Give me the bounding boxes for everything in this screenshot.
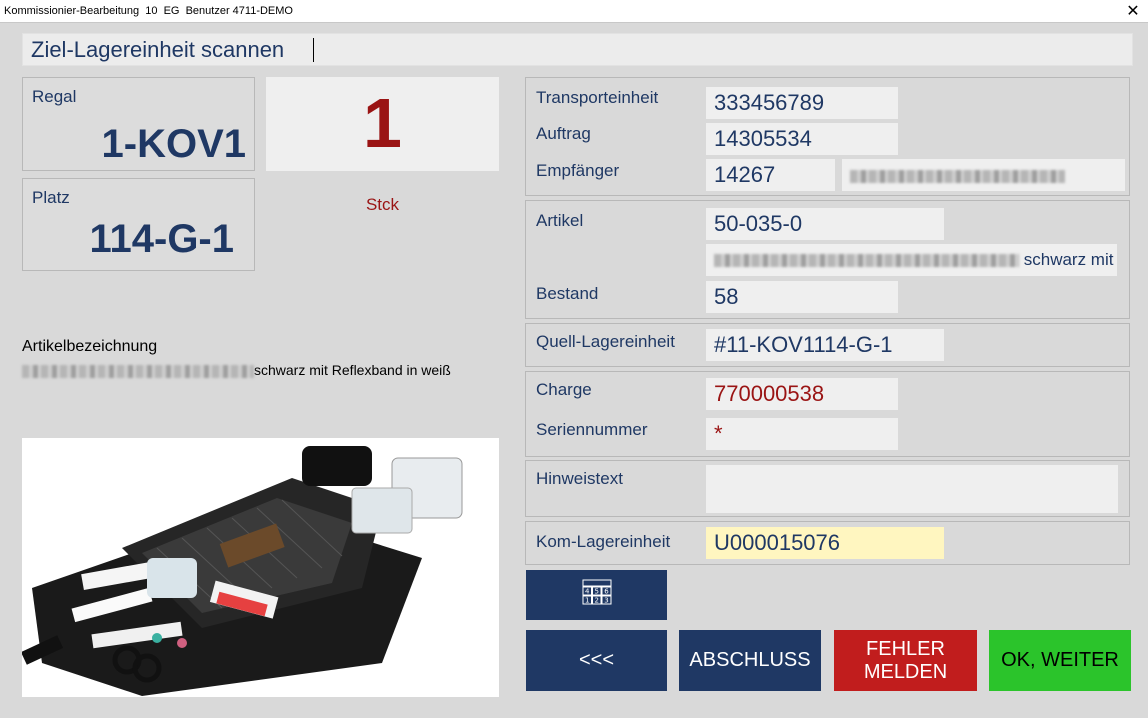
transport-value: 333456789	[706, 87, 898, 119]
platz-label: Platz	[32, 188, 70, 207]
ok-weiter-button[interactable]: OK, WEITER	[989, 630, 1131, 691]
serien-value: *	[706, 418, 898, 450]
redacted-text	[22, 364, 254, 378]
charge-label: Charge	[536, 380, 592, 399]
text-cursor	[313, 38, 314, 62]
quantity-unit: Stck	[365, 195, 400, 214]
hinweis-value	[706, 465, 1118, 513]
redacted-text	[850, 169, 1065, 183]
quell-label: Quell-Lagereinheit	[536, 332, 675, 351]
kom-value[interactable]: U000015076	[706, 527, 944, 559]
artikel-value: 50-035-0	[706, 208, 944, 240]
auftrag-value: 14305534	[706, 123, 898, 155]
artikel-label: Artikel	[536, 211, 584, 230]
platz-value: 114-G-1	[89, 217, 234, 261]
product-image	[22, 438, 499, 697]
quell-panel: Quell-Lagereinheit #11-KOV1114-G-1	[525, 323, 1130, 367]
artikel-panel: Artikel 50-035-0 schwarz mit Bestand 58	[525, 200, 1130, 319]
keypad-digit: 5	[594, 588, 598, 596]
charge-value: 770000538	[706, 378, 898, 410]
regal-box: Regal 1-KOV1	[22, 77, 255, 171]
abschluss-button[interactable]: ABSCHLUSS	[679, 630, 821, 691]
serien-label: Seriennummer	[536, 420, 648, 439]
keypad-digit: 2	[594, 597, 598, 605]
redacted-text	[714, 254, 1019, 268]
fehler-melden-button[interactable]: FEHLER MELDEN	[834, 630, 977, 691]
first-aid-kit-image	[22, 438, 499, 697]
transport-panel: Transporteinheit 333456789 Auftrag 14305…	[525, 77, 1130, 196]
hinweis-panel: Hinweistext	[525, 460, 1130, 517]
keypad-icon: 4 5 6 1 2 3	[582, 579, 611, 605]
bestand-label: Bestand	[536, 284, 599, 303]
close-icon[interactable]: ✕	[1118, 0, 1148, 23]
keypad-digit: 6	[604, 588, 609, 596]
platz-box: Platz 114-G-1	[22, 178, 255, 271]
quantity-value: 1	[363, 84, 402, 162]
back-button[interactable]: <<<	[526, 630, 667, 691]
quell-value: #11-KOV1114-G-1	[706, 329, 944, 361]
empfaenger-value: 14267	[706, 159, 835, 191]
keypad-digit: 3	[604, 597, 608, 605]
keypad-button[interactable]: 4 5 6 1 2 3	[526, 570, 667, 620]
bestand-value: 58	[706, 281, 898, 313]
charge-panel: Charge 770000538 Seriennummer *	[525, 371, 1130, 457]
article-description-heading: Artikelbezeichnung	[22, 338, 158, 355]
keypad-digit: 4	[585, 588, 590, 596]
artikel-description-field: schwarz mit	[706, 244, 1117, 276]
article-description: schwarz mit Reflexband in weiß	[22, 362, 451, 378]
transport-label: Transporteinheit	[536, 88, 659, 107]
regal-value: 1-KOV1	[101, 122, 247, 166]
window-title: Kommissionier-Bearbeitung 10 EG Benutzer…	[4, 5, 293, 17]
article-description-text: schwarz mit Reflexband in weiß	[254, 362, 451, 378]
empfaenger-name-field	[842, 159, 1125, 191]
kom-panel: Kom-Lagereinheit U000015076	[525, 521, 1130, 565]
title-bar: Kommissionier-Bearbeitung 10 EG Benutzer…	[0, 0, 1148, 23]
scan-input[interactable]	[23, 34, 1132, 65]
artikel-description-text: schwarz mit	[1023, 250, 1114, 269]
auftrag-label: Auftrag	[536, 124, 591, 143]
kom-label: Kom-Lagereinheit	[536, 532, 671, 551]
empfaenger-label: Empfänger	[536, 161, 620, 180]
keypad-digit: 1	[585, 597, 589, 605]
hinweis-label: Hinweistext	[536, 469, 623, 488]
quantity-box: 1	[266, 77, 499, 171]
scan-input-field[interactable]	[22, 33, 1133, 66]
regal-label: Regal	[32, 87, 77, 106]
